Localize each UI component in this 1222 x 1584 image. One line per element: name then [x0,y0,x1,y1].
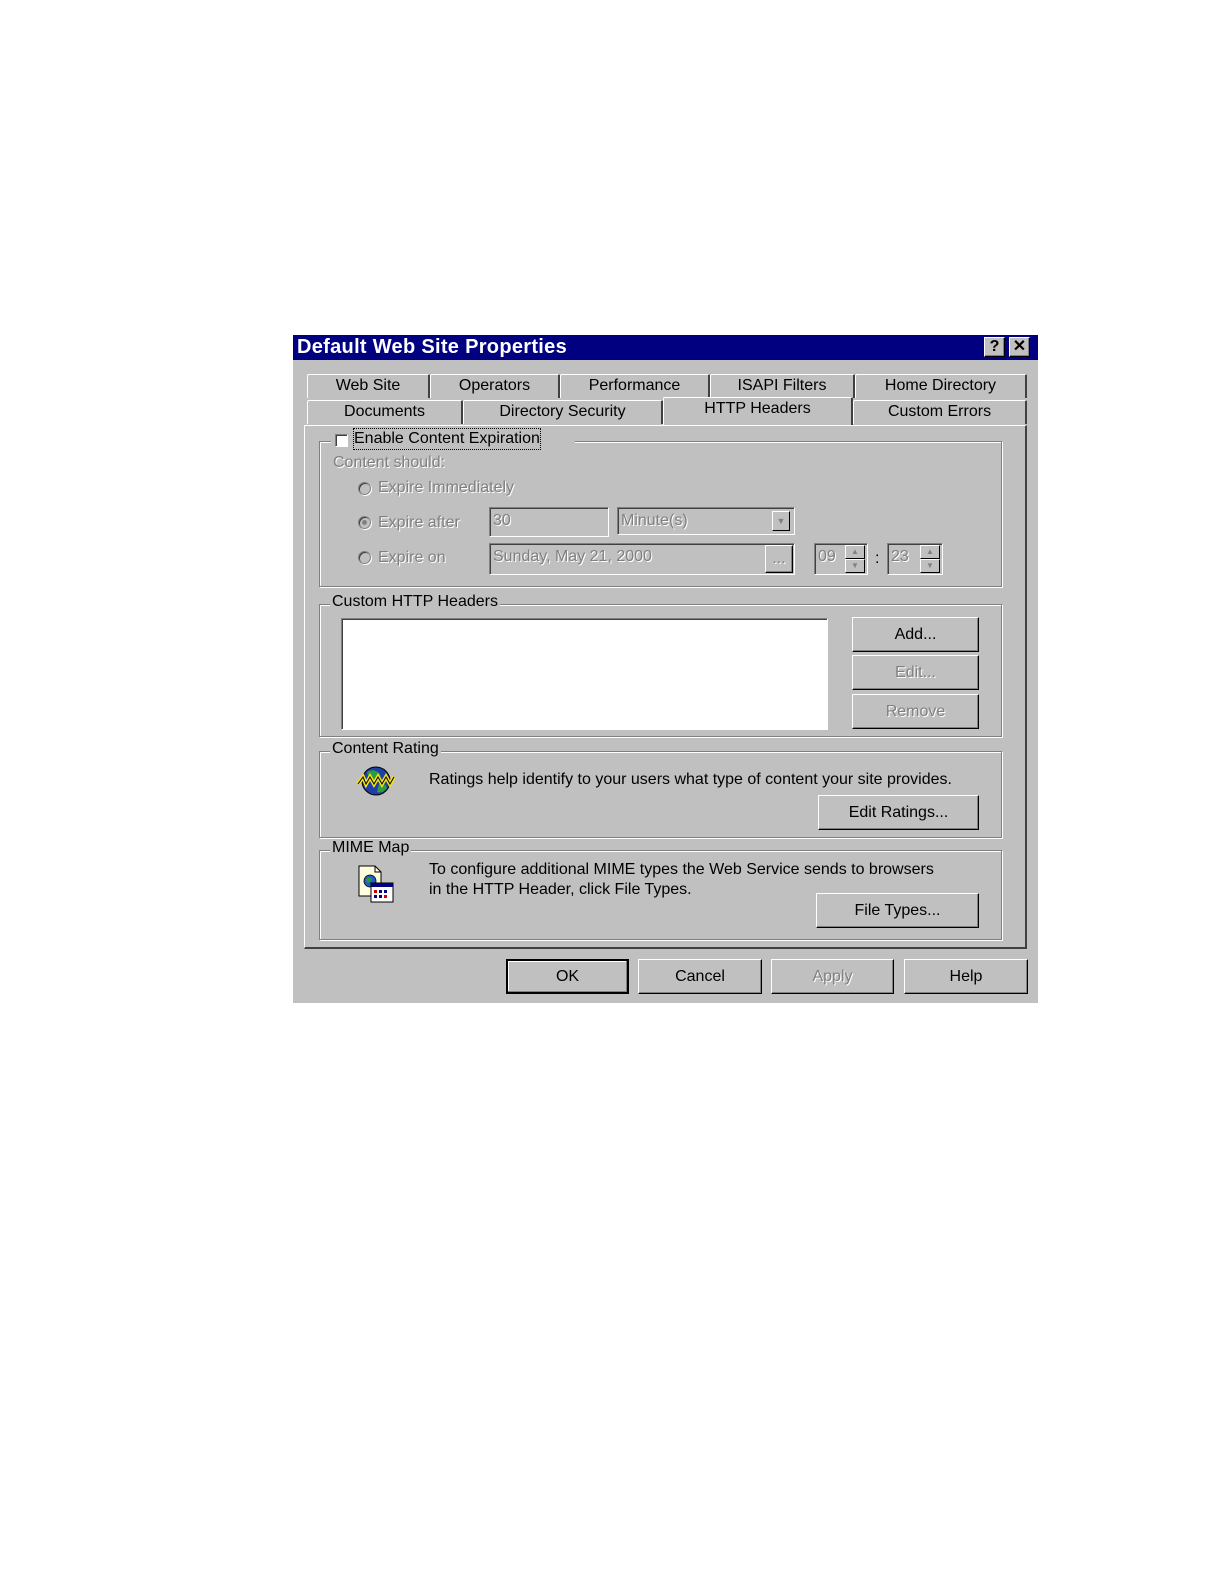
expire-on-label[interactable]: Expire on [378,548,446,568]
expire-immediately-label[interactable]: Expire Immediately [378,478,514,498]
minute-value: 23 [891,548,909,565]
hour-down-icon[interactable]: ▼ [845,559,865,573]
tab-directory-security[interactable]: Directory Security [463,400,663,424]
expire-after-label[interactable]: Expire after [378,513,460,533]
edit-ratings-label: Edit Ratings... [848,804,949,821]
expire-unit-select[interactable]: Minute(s) ▼ [617,507,795,535]
tab-performance[interactable]: Performance [560,374,710,398]
help-label: Help [949,968,983,985]
minute-input[interactable]: 23 ▲ ▼ [887,543,943,575]
custom-headers-label: Custom HTTP Headers [330,593,500,611]
add-header-label: Add... [894,626,937,643]
remove-header-label: Remove [885,703,946,720]
expire-after-input[interactable]: 30 [489,507,609,537]
expire-on-radio[interactable] [358,551,371,564]
date-picker-button[interactable]: ... [765,545,793,573]
edit-ratings-button[interactable]: Edit Ratings... [818,795,979,830]
cancel-button[interactable]: Cancel [638,959,762,994]
content-should-label: Content should: [333,454,446,471]
window-title: Default Web Site Properties [297,336,568,358]
add-header-button[interactable]: Add... [852,617,979,652]
mime-document-icon [358,865,394,903]
ok-label: OK [555,968,580,985]
expire-after-radio[interactable] [358,516,371,529]
ok-button[interactable]: OK [506,959,629,994]
custom-headers-list[interactable] [341,618,828,730]
expire-on-date-input[interactable]: Sunday, May 21, 2000 [489,543,795,575]
close-title-button[interactable]: ✕ [1009,337,1030,357]
content-rating-description: Ratings help identify to your users what… [429,771,952,788]
minute-down-icon[interactable]: ▼ [920,559,940,573]
tab-http-headers[interactable]: HTTP Headers [663,397,853,425]
enable-expiration-checkbox[interactable] [335,434,348,447]
apply-button[interactable]: Apply [771,959,894,994]
mime-description-line1: To configure additional MIME types the W… [429,861,934,878]
enable-expiration-label[interactable]: Enable Content Expiration [353,428,541,450]
expire-immediately-radio[interactable] [358,482,371,495]
time-separator: : [875,550,880,567]
help-title-button[interactable]: ? [984,337,1005,357]
tab-operators[interactable]: Operators [430,374,560,398]
title-bar[interactable]: Default Web Site Properties ? ✕ [293,335,1038,360]
hour-value: 09 [818,548,836,565]
file-types-label: File Types... [854,902,941,919]
tab-custom-errors[interactable]: Custom Errors [853,400,1027,424]
content-rating-label: Content Rating [330,740,441,758]
ratings-globe-icon [356,766,396,796]
question-mark-icon: ? [989,338,1000,355]
chevron-down-icon[interactable]: ▼ [772,511,790,531]
minute-up-icon[interactable]: ▲ [920,545,940,559]
mime-description-line2: in the HTTP Header, click File Types. [429,881,692,898]
hour-up-icon[interactable]: ▲ [845,545,865,559]
expire-after-value: 30 [493,512,511,529]
hour-input[interactable]: 09 ▲ ▼ [814,543,868,575]
tab-documents[interactable]: Documents [307,400,463,424]
tab-web-site[interactable]: Web Site [307,374,430,398]
help-button[interactable]: Help [904,959,1028,994]
remove-header-button[interactable]: Remove [852,694,979,729]
edit-header-label: Edit... [895,664,936,681]
tab-home-directory[interactable]: Home Directory [855,374,1027,398]
cancel-label: Cancel [675,968,725,985]
http-headers-panel: Enable Content Expiration Content should… [304,425,1027,949]
edit-header-button[interactable]: Edit... [852,655,979,690]
tab-isapi-filters[interactable]: ISAPI Filters [710,374,855,398]
close-icon: ✕ [1012,338,1027,355]
apply-label: Apply [812,968,853,985]
expire-on-date-value: Sunday, May 21, 2000 [493,548,652,565]
mime-map-label: MIME Map [330,839,412,857]
properties-dialog: Default Web Site Properties ? ✕ Web Site… [293,335,1038,1003]
expire-unit-value: Minute(s) [621,512,688,529]
file-types-button[interactable]: File Types... [816,893,979,928]
